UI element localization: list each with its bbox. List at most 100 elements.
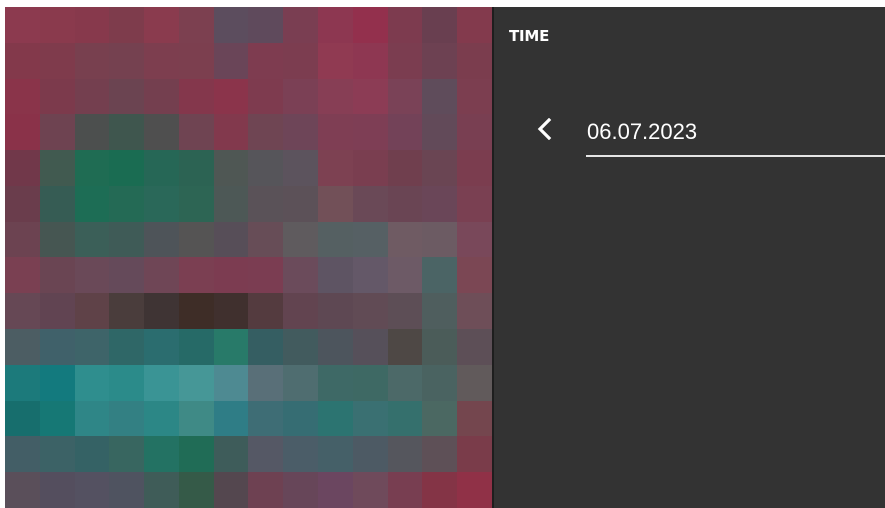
preview-pixel <box>144 329 179 365</box>
preview-pixel <box>39 150 75 186</box>
preview-pixel <box>248 114 284 151</box>
preview-pixel <box>39 78 75 115</box>
preview-pixel <box>283 329 319 365</box>
preview-pixel <box>39 293 75 330</box>
preview-pixel <box>144 78 179 115</box>
preview-pixel <box>5 7 40 43</box>
preview-pixel <box>352 364 388 401</box>
preview-pixel <box>457 185 492 222</box>
preview-pixel <box>352 42 388 79</box>
preview-pixel <box>39 257 75 294</box>
preview-pixel <box>39 185 75 222</box>
preview-pixel <box>283 114 319 151</box>
preview-pixel <box>248 42 284 79</box>
preview-pixel <box>144 185 179 222</box>
preview-pixel <box>283 221 319 258</box>
preview-pixel <box>213 185 249 222</box>
preview-pixel <box>74 150 110 186</box>
preview-pixel <box>213 293 249 330</box>
preview-pixel <box>457 436 492 473</box>
preview-pixel <box>352 114 388 151</box>
preview-pixel <box>422 7 458 43</box>
date-field[interactable]: 06.07.2023 <box>586 107 885 157</box>
preview-pixel <box>457 329 492 365</box>
preview-pixel <box>422 472 458 508</box>
preview-pixel <box>144 221 179 258</box>
preview-pixel <box>109 114 145 151</box>
preview-pixel <box>213 78 249 115</box>
preview-pixel <box>178 185 214 222</box>
preview-pixel <box>387 364 423 401</box>
preview-pixel <box>248 150 284 186</box>
preview-pixel <box>178 78 214 115</box>
preview-pixel <box>352 293 388 330</box>
preview-pixel <box>144 472 179 508</box>
preview-pixel <box>387 78 423 115</box>
preview-pixel <box>248 436 284 473</box>
preview-pixel <box>352 257 388 294</box>
preview-pixel <box>178 42 214 79</box>
preview-pixel <box>422 400 458 437</box>
preview-pixel <box>74 364 110 401</box>
preview-pixel <box>109 185 145 222</box>
preview-pixel <box>74 42 110 79</box>
preview-pixel <box>5 329 40 365</box>
date-picker: 06.07.2023 <box>530 107 885 159</box>
preview-pixel <box>248 400 284 437</box>
preview-pixel <box>5 472 40 508</box>
preview-pixel <box>283 150 319 186</box>
preview-pixel <box>5 364 40 401</box>
preview-pixel <box>387 42 423 79</box>
preview-pixel <box>248 329 284 365</box>
preview-pixel <box>178 293 214 330</box>
preview-pixel <box>74 78 110 115</box>
preview-pixel <box>318 364 353 401</box>
preview-pixel <box>248 7 284 43</box>
preview-pixel <box>178 7 214 43</box>
preview-pixel <box>422 364 458 401</box>
preview-pixel <box>5 436 40 473</box>
preview-pixel <box>457 364 492 401</box>
preview-pixel <box>74 7 110 43</box>
previous-date-button[interactable] <box>530 111 560 147</box>
preview-pixel <box>74 436 110 473</box>
preview-pixel <box>178 150 214 186</box>
preview-pixel <box>387 114 423 151</box>
preview-pixel <box>318 329 353 365</box>
preview-pixel <box>213 472 249 508</box>
preview-pixel <box>318 78 353 115</box>
chevron-left-icon <box>537 118 552 140</box>
preview-pixel <box>39 472 75 508</box>
preview-pixel <box>352 400 388 437</box>
preview-pixel <box>457 7 492 43</box>
preview-pixel <box>457 293 492 330</box>
preview-pixel <box>144 293 179 330</box>
preview-pixel <box>422 78 458 115</box>
preview-pixel <box>39 7 75 43</box>
preview-pixel <box>318 7 353 43</box>
preview-pixel <box>39 221 75 258</box>
preview-pixel <box>109 257 145 294</box>
preview-pixel <box>457 472 492 508</box>
preview-pixel <box>39 114 75 151</box>
preview-pixel <box>387 329 423 365</box>
preview-pixel <box>283 78 319 115</box>
preview-pixel <box>352 329 388 365</box>
panel-title: TIME <box>509 27 550 45</box>
preview-pixel <box>283 364 319 401</box>
preview-pixel <box>318 42 353 79</box>
preview-pixel <box>213 221 249 258</box>
preview-pixel <box>318 150 353 186</box>
image-preview <box>5 7 492 508</box>
preview-pixel <box>318 221 353 258</box>
preview-pixel <box>318 293 353 330</box>
preview-pixel <box>318 400 353 437</box>
preview-pixel <box>5 221 40 258</box>
preview-pixel <box>5 257 40 294</box>
preview-pixel <box>39 436 75 473</box>
preview-pixel <box>144 150 179 186</box>
preview-pixel <box>387 221 423 258</box>
preview-pixel <box>352 185 388 222</box>
preview-pixel <box>74 472 110 508</box>
date-value: 06.07.2023 <box>587 119 698 144</box>
